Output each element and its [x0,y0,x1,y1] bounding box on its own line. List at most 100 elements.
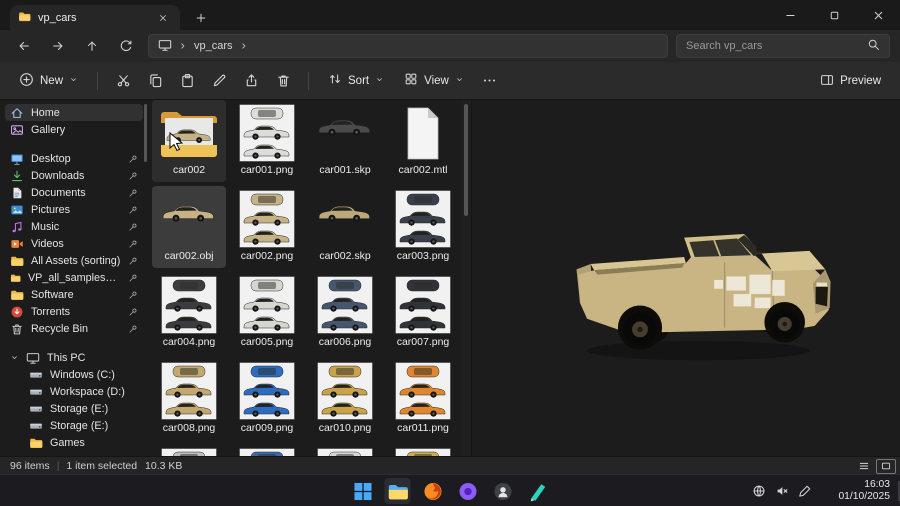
file-car002-mtl[interactable]: car002.mtl [386,100,460,182]
sidebar-item-pictures[interactable]: Pictures [5,201,143,218]
details-view-icon [859,462,869,470]
minimize-button[interactable] [768,0,812,30]
app-purple-taskbar-icon[interactable] [455,478,481,504]
sidebar-item-windows-c[interactable]: Windows (C:) [5,366,143,383]
delete-button[interactable] [268,67,298,95]
file-partial[interactable] [308,444,382,456]
sidebar-item-this-pc[interactable]: This PC [5,349,143,366]
delete-icon [277,75,289,87]
sidebar-item-workspace-d[interactable]: Workspace (D:) [5,383,143,400]
file-car011-png[interactable]: car011.png [386,358,460,440]
back-button[interactable] [10,33,38,59]
sidebar-item-gallery[interactable]: Gallery [5,121,143,138]
sidebar-item-music[interactable]: Music [5,218,143,235]
scrollbar-thumb[interactable] [464,104,468,216]
network-tray-icon[interactable] [752,484,766,498]
more-icon [484,79,496,82]
copy-button[interactable] [140,67,170,95]
firefox-taskbar-icon[interactable] [420,478,446,504]
view-button[interactable]: View [395,67,473,95]
preview-toggle-button[interactable]: Preview [811,67,890,95]
system-tray [752,475,812,506]
address-bar[interactable]: vp_cars [148,34,668,58]
toolbar-separator [308,71,310,90]
file-thumbnail [313,189,377,249]
file-car002-png[interactable]: car002.png [230,186,304,268]
file-car001-png[interactable]: car001.png [230,100,304,182]
sort-button[interactable]: Sort [319,67,393,95]
sidebar-scrollbar[interactable] [144,104,147,162]
refresh-button[interactable] [112,33,140,59]
file-car002-obj[interactable]: car002.obj [152,186,226,268]
file-car002[interactable]: car002 [152,100,226,182]
chevron-down-icon [457,77,462,81]
file-grid-scrollbar[interactable] [461,100,471,456]
sidebar-item-all-assets-sorting[interactable]: All Assets (sorting) [5,252,143,269]
search-input[interactable] [686,40,861,52]
file-explorer-taskbar-icon[interactable] [384,478,411,504]
folder-icon [11,256,24,266]
thumb-view-button[interactable] [876,458,896,474]
sidebar-item-home[interactable]: Home [5,104,143,121]
share-button[interactable] [236,67,266,95]
app-gray-taskbar-icon[interactable] [490,478,516,504]
details-view-button[interactable] [854,459,874,474]
forward-button[interactable] [44,33,72,59]
sidebar-item-vp-all-samples-presets[interactable]: VP_all_samples_presets [5,269,143,286]
file-car008-png[interactable]: car008.png [152,358,226,440]
file-partial[interactable] [386,444,460,456]
new-button[interactable]: New [10,67,87,95]
sidebar-item-games[interactable]: Games [5,434,143,451]
cut-button[interactable] [108,67,138,95]
sidebar-item-videos[interactable]: Videos [5,235,143,252]
sidebar-item-downloads[interactable]: Downloads [5,167,143,184]
start-button-taskbar-icon[interactable] [350,478,376,504]
chevron-right-icon [241,43,245,49]
explorer-tab[interactable]: vp_cars [10,5,180,30]
explorer-icon [388,484,408,499]
tab-close-icon[interactable] [154,9,172,27]
file-car007-png[interactable]: car007.png [386,272,460,354]
file-name: car010.png [318,422,372,434]
new-tab-button[interactable] [190,8,212,28]
pin-icon [128,307,138,317]
copy-icon [149,74,161,88]
search-box[interactable] [676,34,890,58]
refresh-icon [120,40,132,52]
file-partial[interactable] [230,444,304,456]
file-car009-png[interactable]: car009.png [230,358,304,440]
pin-icon [129,240,137,247]
sidebar-item-documents[interactable]: Documents [5,184,143,201]
sidebar-item-storage-e[interactable]: Storage (E:) [5,417,143,434]
file-name: car006.png [318,336,372,348]
items-count: 96 items [10,459,50,472]
app-purple-icon [458,482,477,500]
breadcrumb-item[interactable]: vp_cars [194,40,233,52]
sidebar-item-software[interactable]: Software [5,286,143,303]
close-button[interactable] [856,0,900,30]
file-car001-skp[interactable]: car001.skp [308,100,382,182]
rename-button[interactable] [204,67,234,95]
app-teal-taskbar-icon[interactable] [525,478,551,504]
sidebar-item-recycle-bin[interactable]: Recycle Bin [5,320,143,337]
file-car010-png[interactable]: car010.png [308,358,382,440]
pin-icon [129,155,137,162]
paste-button[interactable] [172,67,202,95]
sidebar-item-desktop[interactable]: Desktop [5,150,143,167]
file-car004-png[interactable]: car004.png [152,272,226,354]
maximize-button[interactable] [812,0,856,30]
up-button[interactable] [78,33,106,59]
sidebar-item-torrents[interactable]: Torrents [5,303,143,320]
pin-icon [129,189,137,196]
file-car006-png[interactable]: car006.png [308,272,382,354]
sidebar-item-storage-e[interactable]: Storage (E:) [5,400,143,417]
more-options-button[interactable] [475,67,505,95]
file-car003-png[interactable]: car003.png [386,186,460,268]
file-name: car002.mtl [398,164,448,176]
file-partial[interactable] [152,444,226,456]
pen-tray-icon[interactable] [798,484,812,498]
volume-muted-tray-icon[interactable] [775,484,789,498]
taskbar-clock[interactable]: 16:03 01/10/2025 [838,479,890,503]
file-car002-skp[interactable]: car002.skp [308,186,382,268]
file-car005-png[interactable]: car005.png [230,272,304,354]
